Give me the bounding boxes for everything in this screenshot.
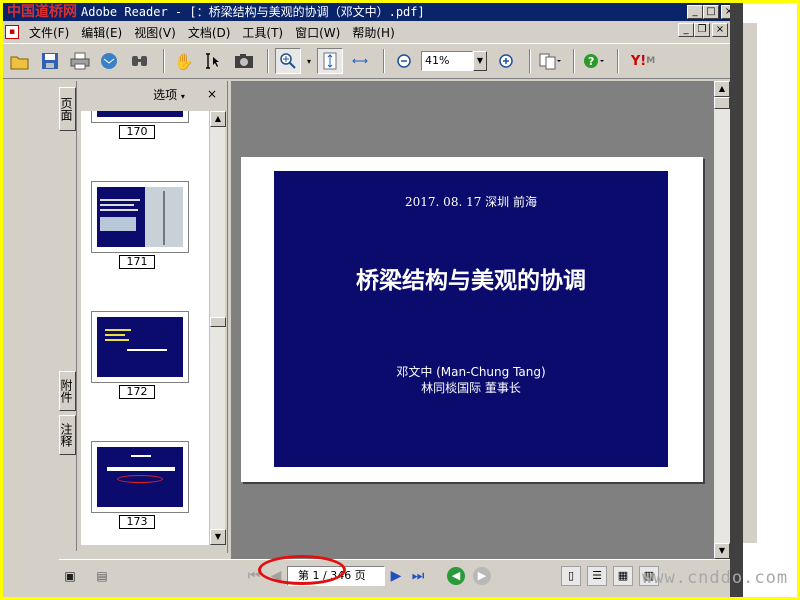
hide-panel-icon[interactable]: ▤ (91, 565, 113, 587)
continuous-view-icon[interactable]: ☰ (587, 565, 607, 586)
scrollbar-thumb[interactable] (210, 317, 226, 327)
options-dropdown-icon: ▾ (180, 91, 185, 101)
print-icon[interactable] (67, 48, 93, 74)
thumbnail-scrollbar[interactable]: ▲ ▼ (209, 111, 226, 545)
slide-date-location: 2017. 08. 17 深圳 前海 (405, 195, 537, 209)
thumbnail-page[interactable] (91, 181, 189, 253)
fit-width-icon[interactable] (347, 48, 373, 74)
document-scrollbar[interactable]: ▲ ▼ (714, 81, 730, 559)
hand-tool-icon[interactable]: ✋ (171, 48, 197, 74)
scroll-down-icon[interactable]: ▼ (210, 529, 226, 545)
facing-view-icon[interactable]: ▦ (613, 565, 633, 586)
thumbnail-page[interactable] (91, 111, 189, 123)
email-icon[interactable] (97, 48, 123, 74)
page-layout-icon[interactable] (537, 48, 563, 74)
thumbnails-panel: 选项 ▾ × 170 171 172 173 ▲ ▼ (77, 81, 227, 553)
scrollbar-thumb[interactable] (714, 97, 730, 109)
previous-page-icon[interactable]: ◀ (265, 565, 287, 587)
doc-close-button[interactable]: × (712, 23, 728, 37)
single-page-view-icon[interactable]: ▯ (561, 565, 581, 586)
toolbar-separator (529, 49, 531, 73)
zoom-dropdown-icon[interactable]: ▼ (473, 51, 487, 71)
doc-minimize-button[interactable]: _ (678, 23, 694, 37)
panel-close-icon[interactable]: × (207, 87, 217, 101)
toolbar-separator (267, 49, 269, 73)
scroll-up-icon[interactable]: ▲ (714, 81, 730, 97)
thumbnail-page[interactable] (91, 441, 189, 513)
background-window (743, 3, 797, 597)
toolbar-separator (163, 49, 165, 73)
window-border (730, 3, 743, 597)
next-page-icon[interactable]: ▶ (385, 565, 407, 587)
navigation-tabs: 页面 附件 注释 (59, 81, 77, 551)
page-number-field[interactable]: 第 1 / 346 页 (287, 565, 385, 586)
minimize-button[interactable]: _ (687, 5, 703, 19)
thumbnail-page-number: 173 (119, 515, 155, 529)
zoom-in-icon[interactable] (275, 48, 301, 74)
panel-header: 选项 ▾ × (77, 81, 227, 107)
options-menu[interactable]: 选项 ▾ (153, 86, 185, 103)
slide-author: 邓文中 (Man-Chung Tang) (396, 365, 546, 379)
first-page-icon[interactable]: ⏮ (243, 565, 265, 587)
document-view[interactable]: 2017. 08. 17 深圳 前海 桥梁结构与美观的协调 邓文中 (Man-C… (231, 81, 714, 559)
select-text-icon[interactable] (201, 48, 227, 74)
slide-title: 桥梁结构与美观的协调 (356, 268, 586, 294)
thumbnail-list[interactable]: 170 171 172 173 (81, 111, 209, 545)
help-icon[interactable]: ? (581, 48, 607, 74)
menu-bar: ▪ 文件(F) 编辑(E) 视图(V) 文档(D) 工具(T) 窗口(W) 帮助… (3, 22, 730, 42)
reader-window: 中国道桥网 Adobe Reader - [：桥梁结构与美观的协调（邓文中）.pd… (3, 3, 797, 597)
background-scrollbar (743, 23, 757, 543)
thumbnail-page-number: 171 (119, 255, 155, 269)
zoom-in-plus-icon[interactable] (493, 48, 519, 74)
document-window-controls: _ ❐ × (678, 23, 728, 37)
tab-attachments[interactable]: 附件 (59, 371, 76, 411)
toolbar-separator (573, 49, 575, 73)
toolbar-separator (617, 49, 619, 73)
open-icon[interactable] (7, 48, 33, 74)
next-view-icon[interactable]: ▶ (473, 566, 491, 585)
menu-help[interactable]: 帮助(H) (346, 24, 400, 41)
snapshot-icon[interactable] (231, 48, 257, 74)
doc-restore-button[interactable]: ❐ (694, 23, 710, 37)
menu-tools[interactable]: 工具(T) (236, 24, 289, 41)
menu-file[interactable]: 文件(F) (23, 24, 75, 41)
thumbnail-page-number: 172 (119, 385, 155, 399)
save-icon[interactable] (37, 48, 63, 74)
search-icon[interactable] (127, 48, 153, 74)
menu-window[interactable]: 窗口(W) (289, 24, 346, 41)
menu-document[interactable]: 文档(D) (182, 24, 237, 41)
zoom-tool-dropdown-icon[interactable]: ▾ (305, 48, 313, 74)
yahoo-icon[interactable]: Y! M (625, 48, 661, 74)
fit-page-icon[interactable] (317, 48, 343, 74)
previous-view-icon[interactable]: ◀ (447, 566, 465, 585)
site-logo-watermark: 中国道桥网 (7, 4, 77, 20)
thumbnail-page[interactable] (91, 311, 189, 383)
thumbnail-page-number: 170 (119, 125, 155, 139)
maximize-button[interactable]: □ (703, 5, 719, 19)
toolbar: ✋ ▾ 41% ▼ ? Y! M (3, 43, 730, 79)
tab-comments[interactable]: 注释 (59, 415, 76, 455)
svg-text:?: ? (588, 55, 594, 68)
zoom-out-minus-icon[interactable] (391, 48, 417, 74)
slide-organization: 林同棪国际 董事长 (421, 381, 521, 395)
pdf-document-icon[interactable]: ▪ (5, 25, 19, 39)
toolbar-separator (383, 49, 385, 73)
scroll-up-icon[interactable]: ▲ (210, 111, 226, 127)
title-bar: 中国道桥网 Adobe Reader - [：桥梁结构与美观的协调（邓文中）.pd… (3, 3, 743, 21)
pdf-page: 2017. 08. 17 深圳 前海 桥梁结构与美观的协调 邓文中 (Man-C… (241, 157, 703, 482)
menu-edit[interactable]: 编辑(E) (75, 24, 128, 41)
zoom-level-input[interactable]: 41% (421, 51, 473, 71)
slide: 2017. 08. 17 深圳 前海 桥梁结构与美观的协调 邓文中 (Man-C… (274, 171, 668, 467)
site-watermark: www.cnddo.com (642, 568, 789, 588)
menu-view[interactable]: 视图(V) (128, 24, 182, 41)
page-size-icon[interactable]: ▣ (59, 565, 81, 587)
window-title: Adobe Reader - [：桥梁结构与美观的协调（邓文中）.pdf] (81, 5, 425, 19)
scroll-down-icon[interactable]: ▼ (714, 543, 730, 559)
tab-pages[interactable]: 页面 (59, 87, 76, 131)
status-bar: ▣ ▤ ⏮ ◀ 第 1 / 346 页 ▶ ⏭ ◀ ▶ ▯ ☰ ▦ ▥ (59, 559, 730, 591)
last-page-icon[interactable]: ⏭ (407, 565, 429, 587)
